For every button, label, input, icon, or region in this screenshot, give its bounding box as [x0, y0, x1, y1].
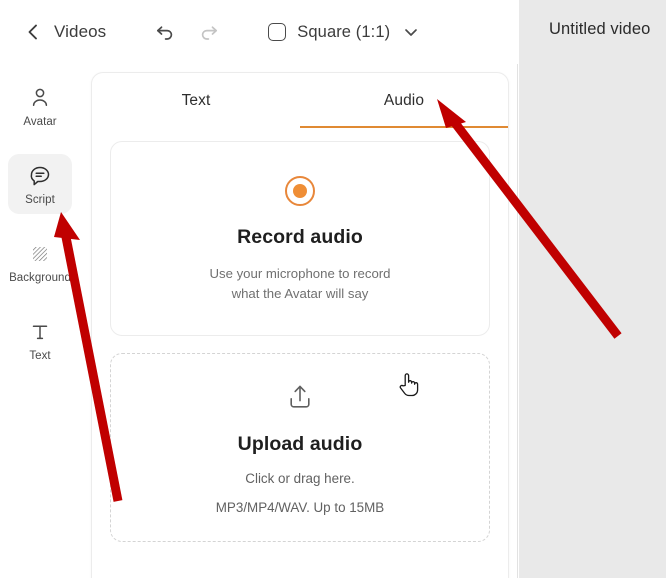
hatch-pattern-icon — [27, 241, 53, 267]
pointing-hand-cursor — [399, 373, 419, 397]
video-title: Untitled video — [549, 20, 651, 38]
app-root: Untitled video Videos Square (1:1) Avata… — [0, 0, 666, 578]
redo-button[interactable] — [198, 21, 220, 43]
tab-active-underline — [300, 126, 508, 128]
upload-arrow-icon — [111, 383, 489, 411]
video-preview-panel: Untitled video — [519, 0, 666, 578]
upload-audio-hint: Click or drag here. — [245, 470, 355, 486]
upload-audio-card[interactable]: Upload audio Click or drag here. MP3/MP4… — [110, 352, 490, 542]
sidebar-item-background[interactable]: Background — [8, 232, 72, 292]
tab-text-label: Text — [181, 91, 211, 109]
chevron-left-icon — [24, 23, 42, 41]
sidebar-label-background: Background — [9, 272, 71, 284]
speech-bubble-lines-icon — [27, 163, 53, 189]
person-icon — [27, 85, 53, 111]
chevron-down-icon — [401, 22, 421, 42]
text-t-icon — [27, 319, 53, 345]
record-dot-inner — [293, 184, 307, 198]
panel-divider — [517, 0, 518, 578]
record-audio-subtitle: Use your microphone to record what the A… — [111, 264, 489, 305]
left-tool-rail: Avatar Script Background Text — [0, 64, 80, 578]
undo-redo-group — [154, 21, 220, 43]
back-to-videos-button[interactable]: Videos — [24, 22, 106, 42]
sidebar-label-avatar: Avatar — [23, 116, 57, 128]
back-label: Videos — [54, 22, 107, 41]
redo-arrow-icon — [202, 26, 218, 40]
aspect-ratio-label: Square (1:1) — [297, 22, 391, 41]
aspect-ratio-selector[interactable]: Square (1:1) — [268, 22, 421, 42]
tab-audio-label: Audio — [383, 91, 425, 109]
undo-arrow-icon — [157, 26, 173, 40]
script-panel: Text Audio Record audio Use your microph… — [91, 72, 509, 578]
audio-options: Record audio Use your microphone to reco… — [92, 128, 508, 542]
sidebar-label-script: Script — [25, 194, 55, 206]
upload-audio-title: Upload audio — [237, 432, 363, 455]
undo-button[interactable] — [154, 21, 176, 43]
tab-text[interactable]: Text — [92, 73, 300, 128]
sidebar-item-script[interactable]: Script — [8, 154, 72, 214]
sidebar-label-text: Text — [29, 350, 51, 362]
record-audio-card[interactable]: Record audio Use your microphone to reco… — [110, 141, 490, 336]
panel-tabs: Text Audio — [92, 73, 508, 128]
record-dot-icon — [285, 176, 315, 206]
sidebar-item-text[interactable]: Text — [8, 310, 72, 370]
tab-audio[interactable]: Audio — [300, 73, 508, 128]
square-frame-icon — [268, 23, 287, 41]
record-audio-subtitle-line1: Use your microphone to record — [209, 266, 391, 281]
upload-audio-formats: MP3/MP4/WAV. Up to 15MB — [215, 499, 385, 515]
record-audio-subtitle-line2: what the Avatar will say — [231, 286, 369, 302]
record-audio-title: Record audio — [237, 226, 363, 248]
sidebar-item-avatar[interactable]: Avatar — [8, 76, 72, 136]
top-toolbar: Videos Square (1:1) — [0, 0, 518, 64]
